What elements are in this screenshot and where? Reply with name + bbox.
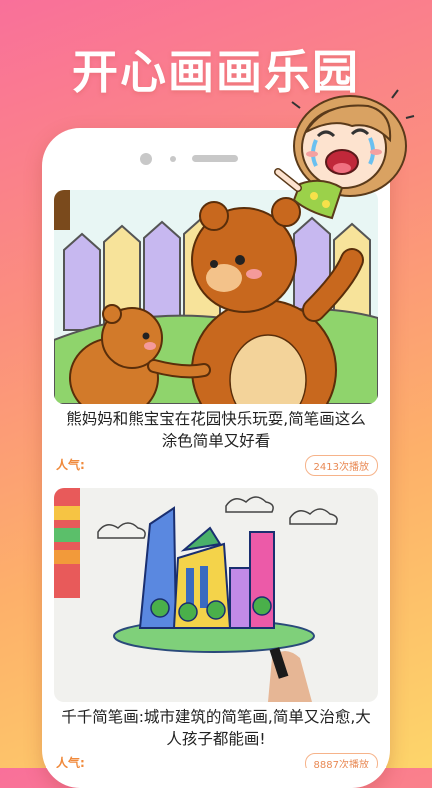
video-title[interactable]: 千千简笔画:城市建筑的简笔画,简单又治愈,大人孩子都能画!: [54, 706, 378, 750]
app-screen: 熊妈妈和熊宝宝在花园快乐玩耍,简笔画这么涂色简单又好看 人气: 2413次播放: [46, 184, 386, 768]
play-count-badge: 2413次播放: [304, 455, 378, 476]
popularity-label: 人气:: [56, 756, 85, 768]
video-card[interactable]: 熊妈妈和熊宝宝在花园快乐玩耍,简笔画这么涂色简单又好看 人气: 2413次播放: [54, 190, 378, 476]
video-title[interactable]: 熊妈妈和熊宝宝在花园快乐玩耍,简笔画这么涂色简单又好看: [54, 408, 378, 452]
video-meta: 人气: 8887次播放: [54, 752, 378, 768]
popularity-label: 人气:: [56, 458, 85, 472]
video-card[interactable]: 千千简笔画:城市建筑的简笔画,简单又治愈,大人孩子都能画! 人气: 8887次播…: [54, 488, 378, 768]
sensor-icon: [170, 156, 176, 162]
speaker-icon: [192, 155, 238, 162]
camera-icon: [140, 153, 152, 165]
video-meta: 人气: 2413次播放: [54, 454, 378, 476]
video-thumbnail-buildings[interactable]: [54, 488, 378, 702]
play-count-badge: 8887次播放: [304, 753, 378, 768]
crying-girl-mascot: [272, 88, 422, 228]
